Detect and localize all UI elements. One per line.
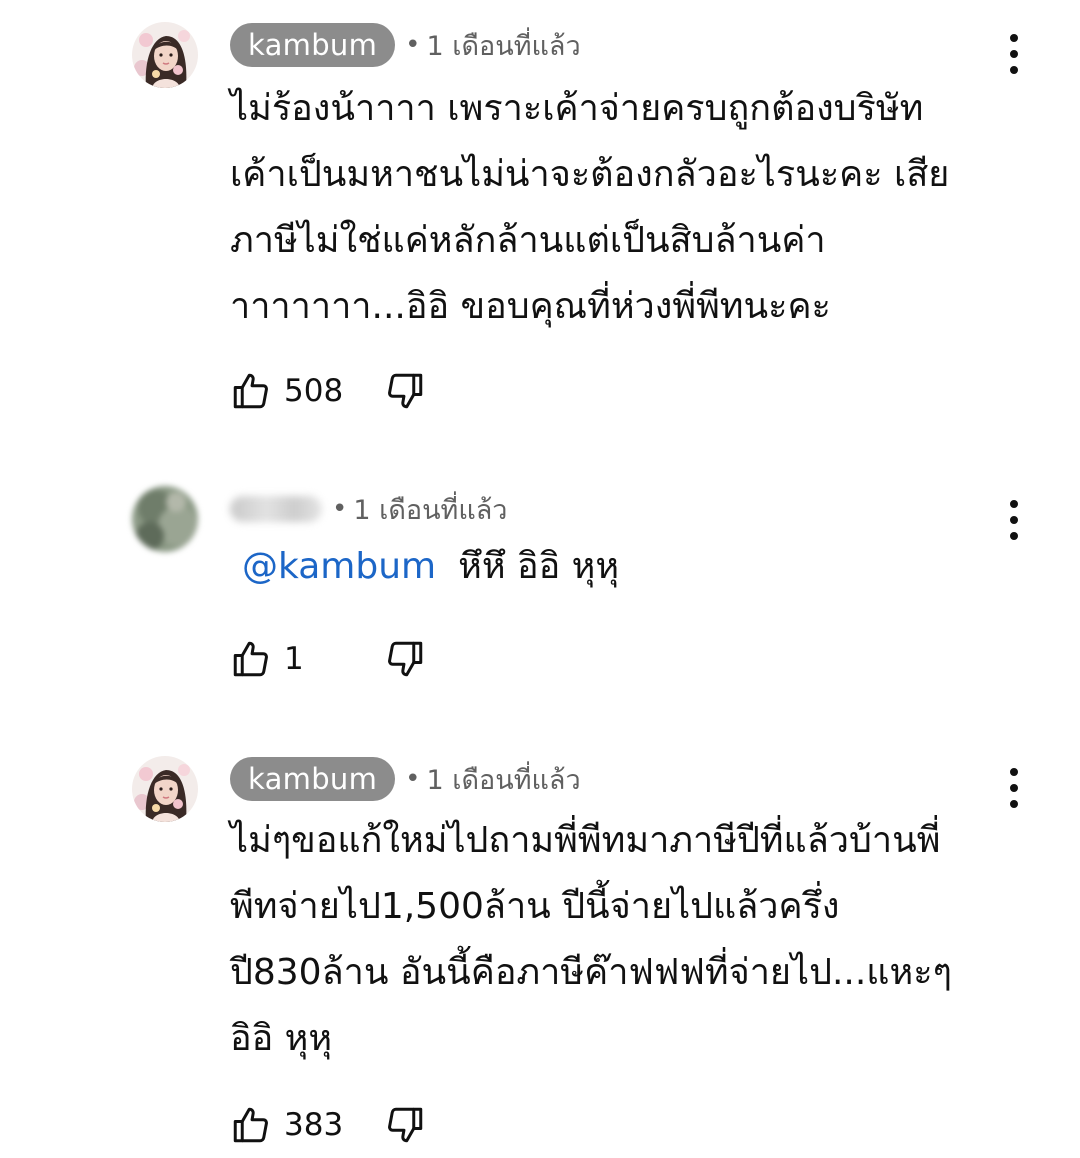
thumbs-up-icon	[233, 373, 268, 409]
comment-time: 1 เดือนที่แล้ว	[426, 764, 581, 796]
like-count: 1	[284, 641, 304, 677]
comment-text-line: าาาาาาา...อิอิ ขอบคุณที่ห่วงพี่พีทนะคะ	[230, 286, 831, 327]
more-vertical-icon	[1010, 34, 1018, 42]
comment-text: ไม่ร้องน้าาาา เพราะเค้าจ่ายครบถูกต้องบริ…	[230, 76, 990, 340]
avatar[interactable]	[132, 486, 198, 552]
dislike-button[interactable]	[384, 638, 426, 680]
author-chip[interactable]: kambum	[230, 757, 396, 801]
like-button[interactable]: 1	[230, 638, 304, 680]
comment-time: 1 เดือนที่แล้ว	[353, 494, 508, 526]
thumbs-up-icon	[233, 641, 268, 677]
thumbs-down-icon	[388, 373, 423, 409]
comment-meta: kambum • 1 เดือนที่แล้ว	[230, 22, 581, 68]
like-count: 508	[284, 373, 344, 409]
comment-text-line: @kambum หึหึ อิอิ หุหุ	[230, 534, 990, 600]
avatar[interactable]	[132, 22, 198, 88]
comment-text-line: ปี830ล้าน อันนี้คือภาษีค๊าฟฟฟที่จ่ายไป..…	[230, 952, 952, 993]
dislike-button[interactable]	[384, 1104, 426, 1146]
comment-text-line: พีทจ่ายไป1,500ล้าน ปีนี้จ่ายไปแล้วครึ่ง	[230, 886, 840, 927]
like-button[interactable]: 383	[230, 1104, 343, 1146]
comment-meta: • 1 เดือนที่แล้ว	[230, 486, 507, 532]
comment-text: @kambum หึหึ อิอิ หุหุ	[230, 534, 990, 600]
author-name: kambum	[248, 762, 378, 796]
menu-dot	[1010, 784, 1018, 792]
comment-time: 1 เดือนที่แล้ว	[426, 30, 581, 62]
thumbs-down-icon	[388, 1107, 423, 1143]
dislike-button[interactable]	[384, 370, 426, 412]
comment-meta: kambum • 1 เดือนที่แล้ว	[230, 756, 581, 802]
separator-dot: •	[332, 494, 348, 524]
menu-dot	[1010, 516, 1018, 524]
author-chip[interactable]: kambum	[230, 23, 396, 67]
comment-text-line: อิอิ หุหุ	[230, 1018, 333, 1059]
like-count: 383	[284, 1107, 344, 1143]
separator-dot: •	[405, 764, 421, 794]
comment-text-line: ไม่ๆขอแก้ใหม่ไปถามพี่พีทมาภาษีปีที่แล้วบ…	[230, 820, 941, 861]
separator-dot: •	[405, 30, 421, 60]
avatar[interactable]	[132, 756, 198, 822]
more-options-button[interactable]	[996, 764, 1032, 812]
comment-text-line: เค้าเป็นมหาชนไม่น่าจะต้องกลัวอะไรนะคะ เส…	[230, 154, 950, 195]
comment-actions: 508	[230, 366, 423, 416]
like-button[interactable]: 508	[230, 370, 343, 412]
menu-dot	[1010, 800, 1018, 808]
more-vertical-icon	[1010, 768, 1018, 776]
mention-link[interactable]: @kambum	[242, 546, 436, 587]
more-options-button[interactable]	[996, 496, 1032, 544]
thumbs-up-icon	[233, 1107, 268, 1143]
thumbs-down-icon	[388, 641, 423, 677]
more-vertical-icon	[1010, 500, 1018, 508]
comment-text: ไม่ๆขอแก้ใหม่ไปถามพี่พีทมาภาษีปีที่แล้วบ…	[230, 808, 990, 1072]
author-name: kambum	[248, 28, 378, 62]
comment-actions: 383	[230, 1100, 423, 1150]
comment-text-line: ภาษีไม่ใช่แค่หลักล้านแต่เป็นสิบล้านค่า	[230, 220, 826, 261]
comment-actions: 1	[230, 634, 423, 684]
menu-dot	[1010, 50, 1018, 58]
author-name-redacted[interactable]	[230, 496, 322, 522]
comment-text-line: ไม่ร้องน้าาาา เพราะเค้าจ่ายครบถูกต้องบริ…	[230, 88, 924, 129]
menu-dot	[1010, 66, 1018, 74]
menu-dot	[1010, 532, 1018, 540]
more-options-button[interactable]	[996, 30, 1032, 78]
reply-text: หึหึ อิอิ หุหุ	[458, 546, 620, 587]
